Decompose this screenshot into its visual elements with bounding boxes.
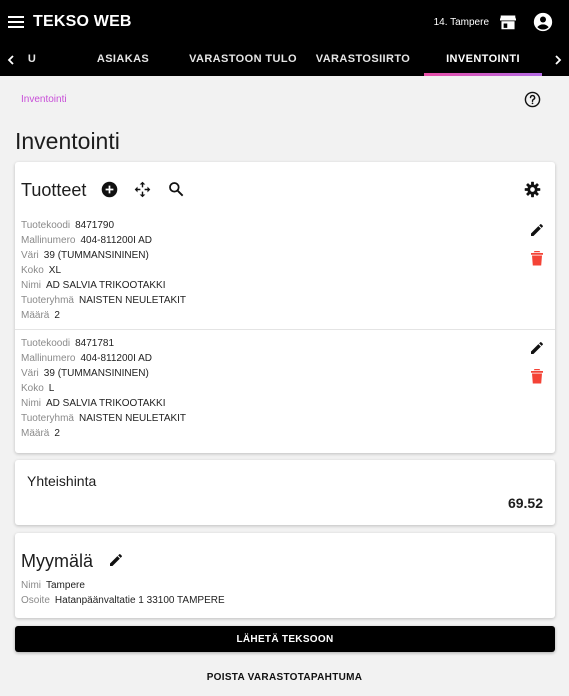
- tab-label: ASIAKAS: [96, 53, 150, 65]
- field-label: Koko: [21, 383, 44, 394]
- delete-transaction-button[interactable]: POISTA VARASTOTAPAHTUMA: [0, 672, 569, 683]
- color-value: 39 (TUMMANSININEN): [43, 250, 149, 261]
- quantity-value: 2: [54, 428, 60, 439]
- chevron-left-icon[interactable]: [6, 44, 16, 76]
- field-label: Nimi: [21, 280, 41, 291]
- tab-bar: U ASIAKAS VARASTOON TULO VARASTOSIIRTO I…: [0, 44, 569, 76]
- tab-varastosiirto[interactable]: VARASTOSIIRTO: [310, 44, 416, 76]
- field-label: Mallinumero: [21, 353, 76, 364]
- product-item: Tuotekoodi 8471781 Mallinumero 404-811200I…: [15, 336, 555, 441]
- field-label: Määrä: [21, 428, 50, 439]
- product-group-row: Tuoteryhmä NAISTEN NEULETAKIT: [21, 293, 555, 308]
- model-number: 404-811200I AD: [80, 353, 153, 364]
- product-name: AD SALVIA TRIKOOTAKKI: [46, 280, 166, 291]
- settings-icon[interactable]: [524, 181, 541, 198]
- product-group-row: Tuoteryhmä NAISTEN NEULETAKIT: [21, 411, 555, 426]
- store-name-row: Nimi Tampere: [21, 578, 225, 593]
- store-details: Nimi Tampere Osoite Hatanpäänvaltatie 1 33…: [15, 578, 225, 608]
- search-icon[interactable]: [168, 181, 184, 197]
- quantity-row: Määrä 2: [21, 308, 555, 323]
- product-name: AD SALVIA TRIKOOTAKKI: [46, 398, 166, 409]
- store-address-row: Osoite Hatanpäänvaltatie 1 33100 TAMPERE: [21, 593, 225, 608]
- tab-label: INVENTOINTI: [446, 53, 520, 65]
- field-label: Tuotekoodi: [21, 220, 71, 231]
- color-value: 39 (TUMMANSININEN): [43, 368, 149, 379]
- field-label: Tuoteryhmä: [21, 295, 74, 306]
- help-icon[interactable]: [524, 91, 541, 113]
- product-group: NAISTEN NEULETAKIT: [78, 413, 187, 424]
- move-icon[interactable]: [134, 181, 151, 198]
- send-to-tekso-button[interactable]: LÄHETÄ TEKSOON: [15, 626, 555, 652]
- store-address: Hatanpäänvaltatie 1 33100 TAMPERE: [54, 595, 225, 606]
- account-circle-icon[interactable]: [533, 12, 553, 32]
- tab-label: VARASTOON TULO: [189, 53, 297, 65]
- tab-varastoon-tulo[interactable]: VARASTOON TULO: [176, 44, 310, 76]
- tab-inventointi[interactable]: INVENTOINTI: [424, 44, 542, 76]
- products-card: Tuotteet Tuotekoodi 8471790 Mallinumero 40…: [15, 162, 555, 453]
- edit-store-icon[interactable]: [108, 552, 124, 568]
- size-row: Koko XL: [21, 263, 555, 278]
- quantity-value: 2: [54, 310, 60, 321]
- current-store-label[interactable]: 14. Tampere: [434, 17, 489, 28]
- active-tab-indicator: [424, 73, 542, 76]
- tab-label: VARASTOSIIRTO: [315, 53, 411, 65]
- app-bar: TEKSO WEB 14. Tampere: [0, 0, 569, 44]
- field-label: Väri: [21, 368, 39, 379]
- field-label: Nimi: [21, 580, 41, 591]
- model-number-row: Mallinumero 404-811200I AD: [21, 233, 555, 248]
- model-number-row: Mallinumero 404-811200I AD: [21, 351, 555, 366]
- field-label: Väri: [21, 250, 39, 261]
- tab-asiakas[interactable]: ASIAKAS: [70, 44, 176, 76]
- field-label: Nimi: [21, 398, 41, 409]
- tab-partial[interactable]: U: [24, 44, 40, 76]
- products-title: Tuotteet: [21, 180, 87, 200]
- name-row: Nimi AD SALVIA TRIKOOTAKKI: [21, 278, 555, 293]
- product-group: NAISTEN NEULETAKIT: [78, 295, 187, 306]
- model-number: 404-811200I AD: [80, 235, 153, 246]
- field-label: Tuotekoodi: [21, 338, 71, 349]
- menu-icon[interactable]: [8, 16, 24, 28]
- size-value: L: [48, 383, 55, 394]
- color-row: Väri 39 (TUMMANSININEN): [21, 366, 555, 381]
- chevron-right-icon[interactable]: [553, 44, 563, 76]
- field-label: Mallinumero: [21, 235, 76, 246]
- product-code: 8471790: [75, 220, 115, 231]
- store-title: Myymälä: [21, 551, 94, 571]
- page-title: Inventointi: [15, 128, 120, 154]
- delete-icon[interactable]: [530, 368, 544, 384]
- store-name: Tampere: [46, 580, 85, 591]
- product-code: 8471781: [75, 338, 115, 349]
- edit-icon[interactable]: [529, 222, 545, 238]
- total-label: Yhteishinta: [27, 473, 97, 489]
- add-circle-icon[interactable]: [101, 181, 118, 198]
- field-label: Määrä: [21, 310, 50, 321]
- edit-icon[interactable]: [529, 340, 545, 356]
- divider: [15, 329, 555, 330]
- product-code-row: Tuotekoodi 8471790: [21, 218, 555, 233]
- quantity-row: Määrä 2: [21, 426, 555, 441]
- store-card: Myymälä Nimi Tampere Osoite Hatanpäänvalta…: [15, 533, 555, 618]
- field-label: Tuoteryhmä: [21, 413, 74, 424]
- size-row: Koko L: [21, 381, 555, 396]
- app-title: TEKSO WEB: [33, 13, 132, 30]
- storefront-icon[interactable]: [499, 14, 517, 30]
- field-label: Osoite: [21, 595, 50, 606]
- total-card: Yhteishinta 69.52: [15, 460, 555, 525]
- field-label: Koko: [21, 265, 44, 276]
- product-item: Tuotekoodi 8471790 Mallinumero 404-811200I…: [15, 218, 555, 323]
- delete-icon[interactable]: [530, 250, 544, 266]
- size-value: XL: [48, 265, 62, 276]
- breadcrumb[interactable]: Inventointi: [21, 94, 67, 105]
- color-row: Väri 39 (TUMMANSININEN): [21, 248, 555, 263]
- total-value: 69.52: [507, 495, 543, 511]
- product-code-row: Tuotekoodi 8471781: [21, 336, 555, 351]
- name-row: Nimi AD SALVIA TRIKOOTAKKI: [21, 396, 555, 411]
